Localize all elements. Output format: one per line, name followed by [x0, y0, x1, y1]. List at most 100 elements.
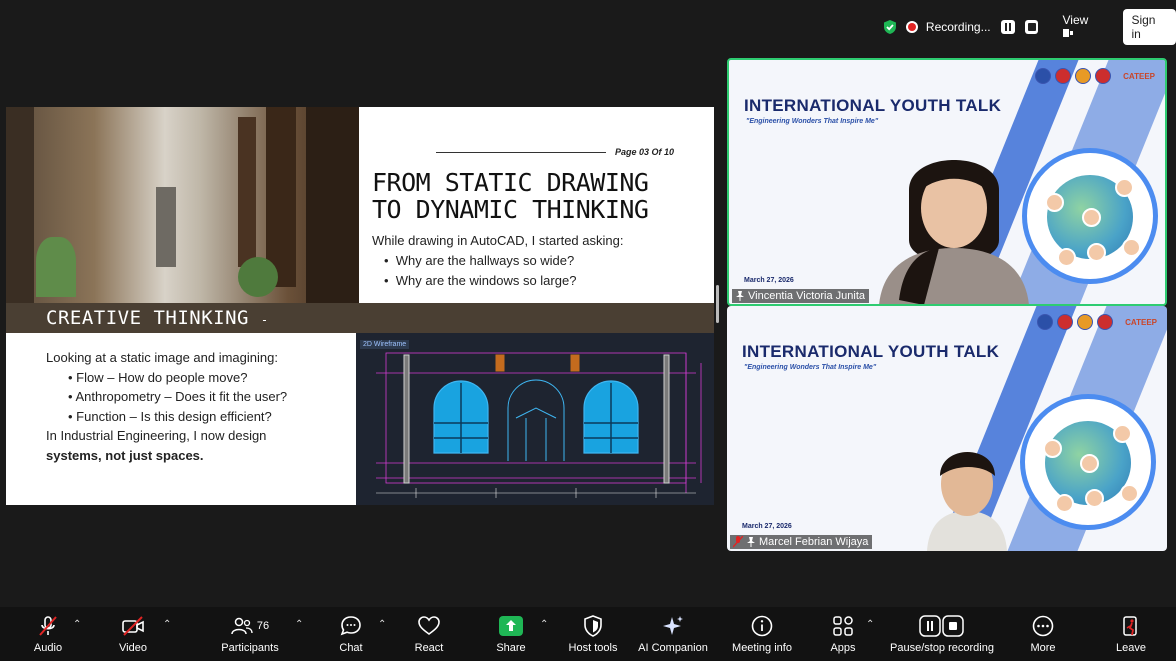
- event-title: INTERNATIONAL YOUTH TALK: [742, 342, 1000, 361]
- heart-icon: [418, 616, 440, 635]
- record-dot-icon: [907, 23, 916, 31]
- sponsor-logo: [1097, 314, 1114, 330]
- question-list: • Why are the hallways so wide? • Why ar…: [384, 251, 576, 291]
- more-button[interactable]: More: [1022, 607, 1064, 661]
- participant-tile[interactable]: CATEEP INTERNATIONAL YOUTH TALK "Enginee…: [727, 306, 1167, 551]
- list-item: Flow – How do people move?: [68, 368, 346, 388]
- apps-icon: [833, 616, 853, 636]
- shield-check-icon: [883, 20, 896, 34]
- shared-screen-slide: Page 03 Of 10 FROM STATIC DRAWING TO DYN…: [6, 107, 714, 505]
- list-item: Function – Is this design efficient?: [68, 407, 346, 427]
- autocad-drawing: 2D Wireframe: [356, 333, 714, 505]
- question-text: Why are the hallways so wide?: [395, 253, 575, 268]
- event-date: March 27, 2026: [744, 277, 794, 284]
- list-item: • Why are the hallways so wide?: [384, 253, 575, 268]
- audio-button[interactable]: Audio: [22, 607, 74, 661]
- meeting-info-label: Meeting info: [732, 642, 792, 654]
- leave-button[interactable]: Leave: [1110, 607, 1152, 661]
- participant-name: Marcel Febrian Wijaya: [759, 536, 869, 548]
- audio-options-caret[interactable]: ⌃: [73, 619, 81, 630]
- meeting-info-button[interactable]: Meeting info: [724, 607, 800, 661]
- participant-video-feed: [927, 452, 1007, 551]
- sponsor-logo: [1055, 68, 1072, 84]
- chat-icon: [340, 616, 361, 636]
- sign-in-button[interactable]: Sign in: [1123, 9, 1176, 45]
- recording-status: Recording...: [925, 20, 991, 34]
- list-item: Anthropometry – Does it fit the user?: [68, 387, 346, 407]
- leave-label: Leave: [1116, 642, 1146, 654]
- chat-button[interactable]: Chat: [330, 607, 372, 661]
- more-label: More: [1030, 642, 1056, 654]
- sponsor-logo: [1075, 68, 1092, 84]
- sponsor-logo: [1095, 68, 1112, 84]
- event-date: March 27, 2026: [742, 523, 792, 530]
- participant-video-feed: [879, 160, 1029, 304]
- event-subtitle: "Engineering Wonders That Inspire Me": [746, 118, 879, 125]
- participant-tile-active-speaker[interactable]: CATEEP INTERNATIONAL YOUTH TALK "Enginee…: [727, 58, 1167, 306]
- pause-stop-icon: [919, 615, 964, 637]
- top-status-bar: Recording... View Sign in: [882, 9, 1176, 45]
- bullet-list: Flow – How do people move? Anthropometry…: [46, 368, 346, 427]
- more-icon: [1032, 615, 1054, 637]
- stop-recording-button[interactable]: [1024, 20, 1039, 34]
- hallway-photo: [6, 107, 359, 303]
- share-options-caret[interactable]: ⌃: [540, 619, 548, 630]
- ai-companion-label: AI Companion: [638, 642, 708, 654]
- pause-icon: [1004, 23, 1011, 31]
- apps-label: Apps: [830, 642, 856, 654]
- leave-icon: [1123, 616, 1137, 636]
- participants-options-caret[interactable]: ⌃: [295, 619, 303, 630]
- pause-stop-recording-button[interactable]: Pause/stop recording: [884, 607, 1000, 661]
- catep-logo: CATEEP: [1123, 71, 1155, 81]
- cad-view-label: 2D Wireframe: [360, 340, 410, 349]
- globe-illustration: [1022, 148, 1158, 284]
- split-view-handle[interactable]: [716, 285, 719, 323]
- slide-title-line-1: FROM STATIC DRAWING: [372, 168, 649, 197]
- slide-title-line-2: TO DYNAMIC THINKING: [372, 195, 649, 224]
- pause-recording-label: Pause/stop recording: [890, 642, 994, 654]
- section-title-text: CREATIVE THINKING: [46, 307, 249, 329]
- apps-options-caret[interactable]: ⌃: [866, 619, 874, 630]
- slide-title: FROM STATIC DRAWING TO DYNAMIC THINKING: [372, 169, 692, 223]
- participant-name: Vincentia Victoria Junita: [748, 290, 865, 302]
- meeting-toolbar: Audio ⌃ Video ⌃ 76 Participants ⌃ Chat ⌃…: [0, 607, 1176, 661]
- closing-bold: systems, not just spaces.: [46, 447, 204, 463]
- pause-recording-button[interactable]: [1000, 20, 1015, 34]
- view-button[interactable]: View: [1062, 13, 1103, 41]
- mic-muted-icon: [39, 616, 57, 636]
- host-tools-button[interactable]: Host tools: [562, 607, 624, 661]
- video-options-caret[interactable]: ⌃: [163, 619, 171, 630]
- share-button[interactable]: Share: [490, 607, 532, 661]
- participants-count: 76: [256, 620, 270, 632]
- catep-logo: CATEEP: [1125, 317, 1157, 327]
- question-intro: While drawing in AutoCAD, I started aski…: [372, 233, 624, 248]
- view-icon: [1063, 29, 1074, 37]
- sponsor-logo: [1077, 314, 1094, 330]
- video-off-icon: [122, 616, 144, 636]
- globe-illustration: [1020, 394, 1156, 530]
- pin-icon: [736, 291, 744, 301]
- ai-companion-button[interactable]: AI Companion: [634, 607, 712, 661]
- video-label: Video: [119, 642, 147, 654]
- apps-button[interactable]: Apps: [822, 607, 864, 661]
- participant-name-tag: Marcel Febrian Wijaya: [730, 535, 873, 549]
- pin-icon: [747, 537, 755, 547]
- cad-wireframe-drawing: [376, 352, 702, 498]
- chat-options-caret[interactable]: ⌃: [378, 619, 386, 630]
- info-icon: [751, 615, 773, 637]
- mic-muted-icon: [733, 536, 743, 548]
- stop-icon: [1027, 23, 1036, 31]
- sponsor-logo: [1057, 314, 1074, 330]
- participants-button[interactable]: 76 Participants: [214, 607, 286, 661]
- share-label: Share: [496, 642, 526, 654]
- react-button[interactable]: React: [408, 607, 450, 661]
- video-button[interactable]: Video: [108, 607, 158, 661]
- audio-label: Audio: [33, 642, 63, 654]
- sponsor-logos: CATEEP: [1035, 68, 1155, 84]
- page-number: Page 03 Of 10: [614, 147, 674, 157]
- host-shield-icon: [584, 615, 602, 637]
- participants-icon: [231, 617, 253, 635]
- view-label: View: [1062, 13, 1089, 27]
- participant-name-tag: Vincentia Victoria Junita: [732, 289, 869, 303]
- sponsor-logos: CATEEP: [1037, 314, 1157, 330]
